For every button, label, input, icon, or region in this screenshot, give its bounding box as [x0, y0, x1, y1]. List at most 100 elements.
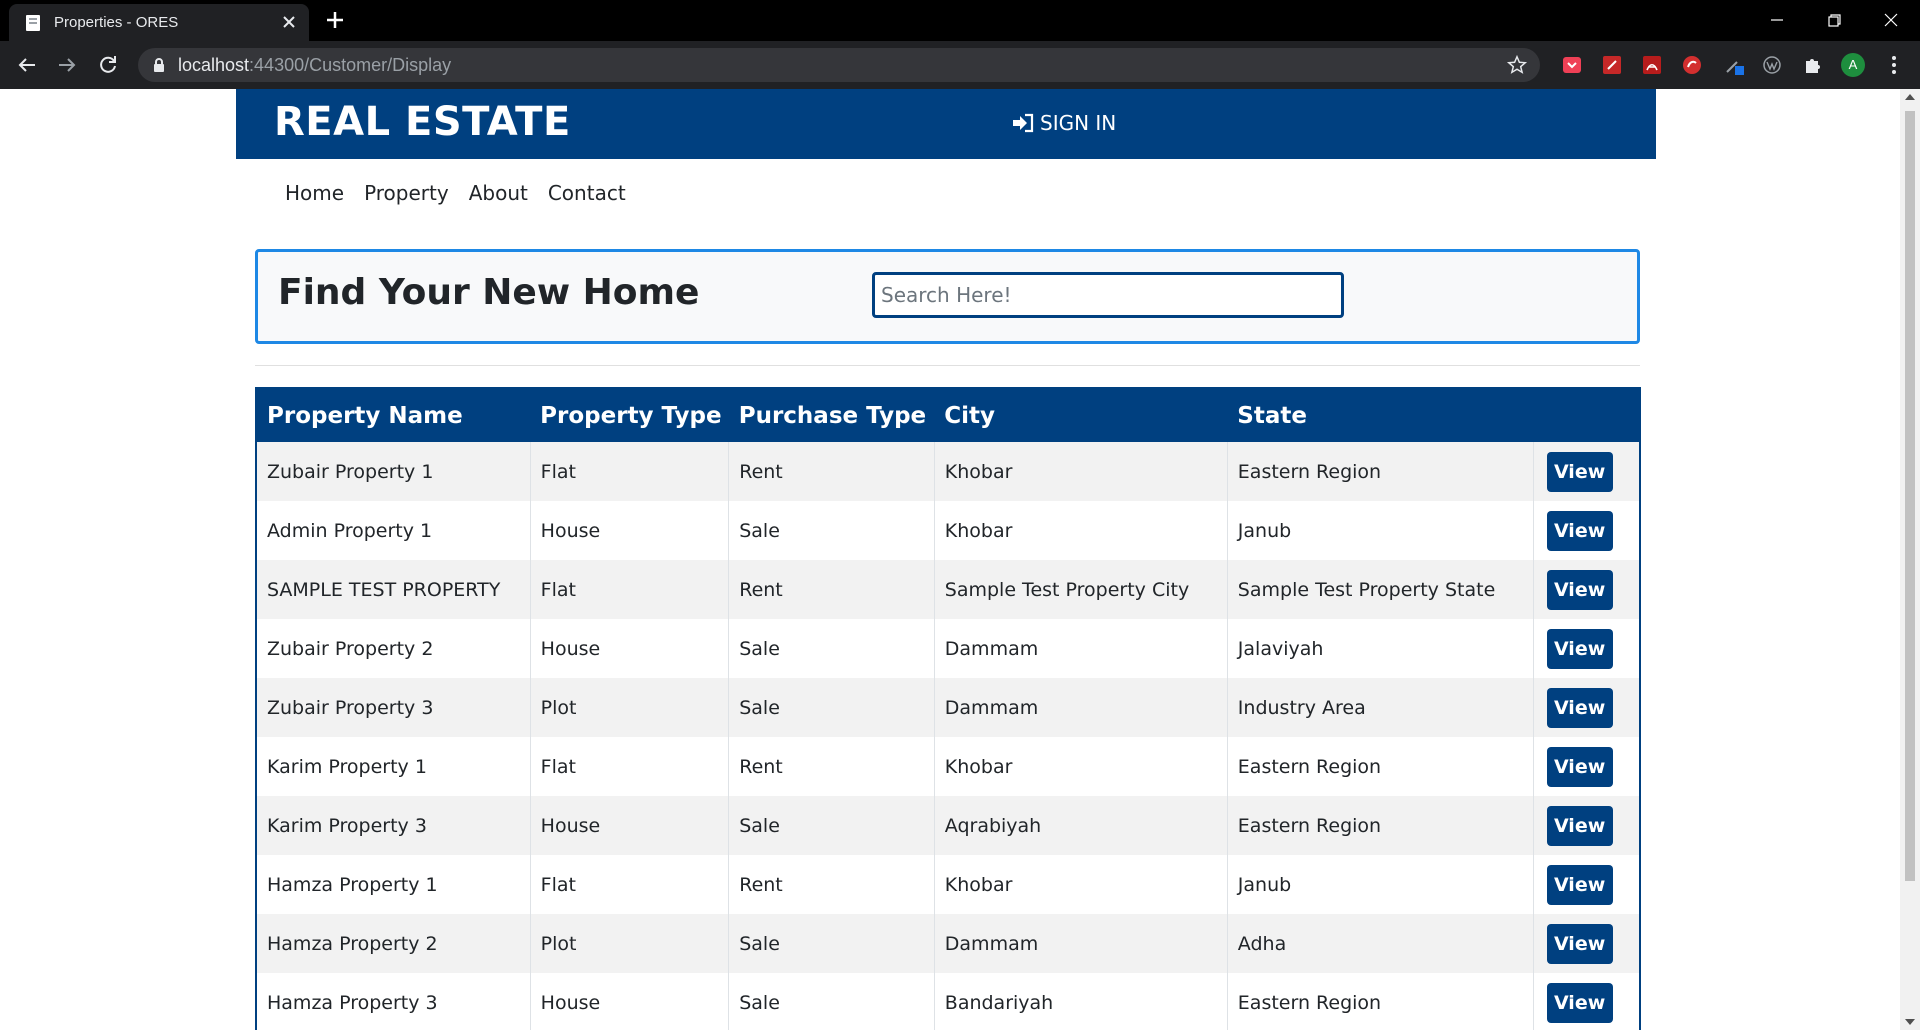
- nav-home[interactable]: Home: [285, 181, 344, 205]
- section-divider: [255, 365, 1640, 366]
- cell-property-type: House: [529, 619, 729, 678]
- cell-state: Sample Test Property State: [1226, 560, 1534, 619]
- cell-purchase-type: Sale: [728, 678, 935, 737]
- url-text[interactable]: localhost:44300/Customer/Display: [178, 55, 451, 76]
- page-favicon-icon: [26, 15, 40, 31]
- minimize-icon[interactable]: [1765, 8, 1789, 32]
- property-table: Property Name Property Type Purchase Typ…: [257, 389, 1639, 1030]
- page-viewport: REAL ESTATE SIGN IN Home Property About …: [0, 89, 1900, 1030]
- cell-purchase-type: Sale: [728, 973, 935, 1030]
- sign-in-link[interactable]: SIGN IN: [1012, 111, 1116, 135]
- cell-property-name: Zubair Property 2: [257, 619, 531, 678]
- cell-purchase-type: Rent: [728, 855, 935, 914]
- cell-action: View: [1532, 737, 1639, 796]
- lock-icon[interactable]: [152, 57, 166, 73]
- close-tab-icon[interactable]: [279, 12, 299, 32]
- forward-icon[interactable]: [55, 53, 79, 77]
- cell-state: Eastern Region: [1226, 442, 1534, 501]
- bookmark-star-icon[interactable]: [1506, 54, 1528, 76]
- view-button[interactable]: View: [1546, 923, 1613, 964]
- cell-action: View: [1532, 619, 1639, 678]
- cell-action: View: [1532, 973, 1639, 1030]
- cell-property-name: Karim Property 1: [257, 737, 531, 796]
- wordpress-extension-icon[interactable]: [1760, 53, 1784, 77]
- cell-state: Janub: [1226, 855, 1534, 914]
- cell-state: Eastern Region: [1226, 796, 1534, 855]
- cell-property-name: Zubair Property 1: [257, 442, 531, 501]
- acrobat-extension-icon[interactable]: [1640, 53, 1664, 77]
- cell-state: Janub: [1226, 501, 1534, 560]
- profile-avatar[interactable]: A: [1841, 53, 1865, 77]
- reload-icon[interactable]: [96, 53, 120, 77]
- view-button[interactable]: View: [1546, 805, 1613, 846]
- table-row: Karim Property 1 Flat Rent Khobar Easter…: [257, 737, 1639, 796]
- cell-property-type: House: [529, 973, 729, 1030]
- cell-action: View: [1532, 560, 1639, 619]
- cell-property-type: Flat: [529, 560, 729, 619]
- site-brand[interactable]: REAL ESTATE: [274, 99, 571, 145]
- view-button[interactable]: View: [1546, 510, 1613, 551]
- scroll-up-arrow-icon[interactable]: [1905, 94, 1915, 100]
- table-row: Zubair Property 1 Flat Rent Khobar Easte…: [257, 442, 1639, 501]
- lastpass-extension-icon[interactable]: [1680, 53, 1704, 77]
- browser-tabstrip: Properties - ORES: [0, 0, 1920, 41]
- cell-property-type: House: [529, 796, 729, 855]
- cell-property-name: Admin Property 1: [257, 501, 531, 560]
- view-button[interactable]: View: [1546, 451, 1613, 492]
- restore-icon[interactable]: [1822, 8, 1846, 32]
- cell-property-type: Flat: [529, 855, 729, 914]
- table-row: Admin Property 1 House Sale Khobar Janub…: [257, 501, 1639, 560]
- cell-property-name: Hamza Property 3: [257, 973, 531, 1030]
- back-icon[interactable]: [15, 53, 39, 77]
- cell-state: Adha: [1226, 914, 1534, 973]
- page-scrollbar[interactable]: [1900, 89, 1920, 1030]
- search-heading: Find Your New Home: [278, 272, 700, 313]
- view-button[interactable]: View: [1546, 569, 1613, 610]
- cell-state: Eastern Region: [1226, 737, 1534, 796]
- cell-action: View: [1532, 914, 1639, 973]
- table-row: SAMPLE TEST PROPERTY Flat Rent Sample Te…: [257, 560, 1639, 619]
- color-picker-extension-icon[interactable]: [1722, 53, 1746, 77]
- cell-purchase-type: Sale: [728, 914, 935, 973]
- address-bar[interactable]: localhost:44300/Customer/Display: [138, 48, 1540, 82]
- cell-action: View: [1532, 442, 1639, 501]
- browser-tab[interactable]: Properties - ORES: [9, 4, 309, 41]
- url-path: :44300/Customer/Display: [249, 55, 452, 75]
- close-window-icon[interactable]: [1879, 8, 1903, 32]
- nav-property[interactable]: Property: [364, 181, 449, 205]
- view-button[interactable]: View: [1546, 982, 1613, 1023]
- view-button[interactable]: View: [1546, 746, 1613, 787]
- view-button[interactable]: View: [1546, 864, 1613, 905]
- cell-purchase-type: Sale: [728, 619, 935, 678]
- extensions-puzzle-icon[interactable]: [1801, 53, 1825, 77]
- table-row: Hamza Property 1 Flat Rent Khobar Janub …: [257, 855, 1639, 914]
- nav-about[interactable]: About: [469, 181, 528, 205]
- cell-property-type: Plot: [529, 914, 729, 973]
- cell-property-name: Hamza Property 2: [257, 914, 531, 973]
- cell-purchase-type: Sale: [728, 796, 935, 855]
- property-table-container: Property Name Property Type Purchase Typ…: [255, 387, 1641, 1030]
- cell-purchase-type: Rent: [728, 442, 935, 501]
- cell-city: Bandariyah: [933, 973, 1228, 1030]
- main-nav: Home Property About Contact: [285, 181, 626, 205]
- cell-property-name: SAMPLE TEST PROPERTY: [257, 560, 531, 619]
- cell-action: View: [1532, 501, 1639, 560]
- scrollbar-thumb[interactable]: [1905, 111, 1915, 881]
- view-button[interactable]: View: [1546, 687, 1613, 728]
- column-header-purchase-type: Purchase Type: [728, 389, 935, 442]
- table-row: Zubair Property 3 Plot Sale Dammam Indus…: [257, 678, 1639, 737]
- tab-title: Properties - ORES: [54, 14, 179, 31]
- column-header-action: [1533, 389, 1639, 442]
- search-input[interactable]: [872, 272, 1344, 318]
- cell-property-type: Flat: [529, 442, 729, 501]
- view-button[interactable]: View: [1546, 628, 1613, 669]
- scroll-down-arrow-icon[interactable]: [1905, 1019, 1915, 1025]
- menu-kebab-icon[interactable]: [1882, 53, 1906, 77]
- nav-contact[interactable]: Contact: [548, 181, 626, 205]
- browser-toolbar: localhost:44300/Customer/Display A: [0, 41, 1920, 89]
- cell-city: Dammam: [933, 678, 1228, 737]
- pocket-extension-icon[interactable]: [1560, 53, 1584, 77]
- cell-purchase-type: Rent: [728, 560, 935, 619]
- new-tab-icon[interactable]: [325, 10, 345, 30]
- pdf-extension-icon[interactable]: [1600, 53, 1624, 77]
